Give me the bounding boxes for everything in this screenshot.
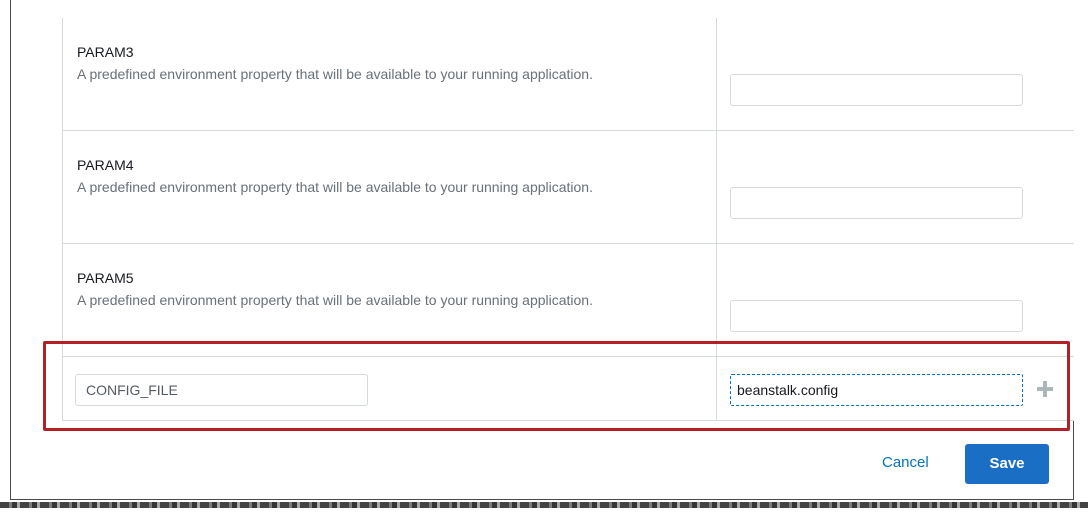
- custom-property-value-input[interactable]: beanstalk.config: [730, 374, 1023, 406]
- plus-icon[interactable]: [1035, 379, 1055, 399]
- property-name-cell: PARAM4 A predefined environment property…: [62, 131, 717, 243]
- property-name-cell: PARAM3 A predefined environment property…: [62, 18, 717, 130]
- property-value-cell: [717, 244, 1074, 356]
- property-value-cell: [717, 18, 1074, 130]
- custom-property-value-cell: beanstalk.config: [717, 357, 1074, 420]
- table-row: PARAM4 A predefined environment property…: [62, 131, 1074, 244]
- torn-edge: [0, 502, 1088, 508]
- table-row: PARAM3 A predefined environment property…: [62, 18, 1074, 131]
- property-name: PARAM4: [77, 157, 134, 173]
- property-description: A predefined environment property that w…: [77, 292, 593, 308]
- param4-value-input[interactable]: [730, 187, 1023, 219]
- property-description: A predefined environment property that w…: [77, 66, 593, 82]
- custom-property-row: CONFIG_FILE beanstalk.config: [62, 357, 1074, 421]
- table-row: PARAM5 A predefined environment property…: [62, 244, 1074, 357]
- property-name: PARAM5: [77, 270, 134, 286]
- property-name: PARAM3: [77, 44, 134, 60]
- param5-value-input[interactable]: [730, 300, 1023, 332]
- param3-value-input[interactable]: [730, 74, 1023, 106]
- dialog-footer: Cancel Save: [62, 431, 1074, 501]
- cancel-button[interactable]: Cancel: [882, 454, 929, 471]
- property-value-cell: [717, 131, 1074, 243]
- property-name-cell: PARAM5 A predefined environment property…: [62, 244, 717, 356]
- custom-property-name-input[interactable]: CONFIG_FILE: [75, 374, 368, 406]
- environment-properties-table: PARAM3 A predefined environment property…: [62, 18, 1074, 421]
- custom-property-name-cell: CONFIG_FILE: [62, 357, 717, 420]
- save-button[interactable]: Save: [965, 444, 1049, 484]
- property-description: A predefined environment property that w…: [77, 179, 593, 195]
- table-top-row: [62, 0, 1074, 19]
